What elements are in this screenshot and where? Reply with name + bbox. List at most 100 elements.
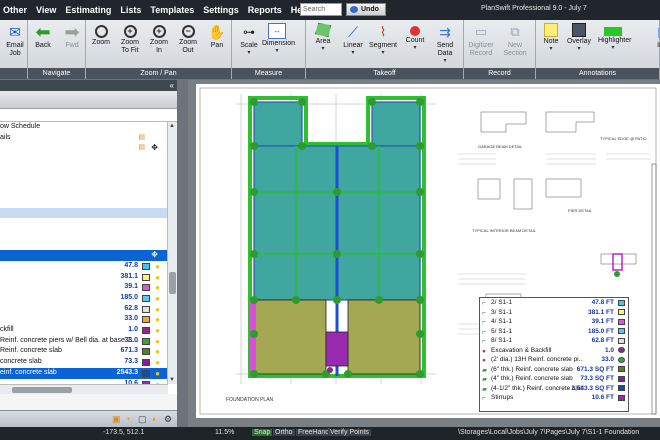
email-job-button[interactable]: ✉ Email Job: [0, 21, 30, 58]
color-swatch[interactable]: [142, 284, 150, 292]
color-swatch[interactable]: [142, 262, 150, 270]
verify-points-toggle[interactable]: Verify Points: [328, 429, 371, 436]
note-button[interactable]: Note ▾: [536, 21, 566, 52]
fwd-button[interactable]: ➡ Fwd: [57, 21, 87, 50]
count-button[interactable]: Count ▾: [400, 21, 430, 51]
color-swatch[interactable]: [142, 316, 150, 324]
scale-button[interactable]: ⊶ Scale ▾: [234, 21, 264, 56]
visibility-bulb-icon[interactable]: ●: [155, 369, 160, 379]
visibility-bulb-icon[interactable]: ●: [155, 305, 160, 315]
tree-row[interactable]: [0, 218, 167, 229]
search-input[interactable]: Search: [300, 3, 342, 16]
tree-row[interactable]: [0, 229, 167, 240]
move-icon[interactable]: ✥: [151, 250, 158, 261]
color-swatch[interactable]: [142, 337, 150, 345]
tree-row[interactable]: concrete slab 73.3 ●: [0, 357, 167, 368]
visibility-bulb-icon[interactable]: ●: [155, 283, 160, 293]
zoom-in-button[interactable]: + Zoom In: [144, 21, 174, 55]
tree-row[interactable]: Reinf. concrete slab 671.3 ●: [0, 346, 167, 357]
scroll-thumb[interactable]: [169, 272, 176, 294]
visibility-bulb-icon[interactable]: ●: [155, 262, 160, 272]
snap-toggle[interactable]: Snap: [252, 429, 273, 436]
hscroll-thumb[interactable]: [12, 387, 72, 393]
dropdown-arrow-icon[interactable]: ▾: [400, 45, 430, 51]
tree-horizontal-scrollbar[interactable]: [0, 384, 168, 394]
linear-button[interactable]: ⟋ Linear ▾: [338, 21, 368, 56]
color-swatch[interactable]: [142, 369, 150, 377]
dropdown-arrow-icon[interactable]: ▾: [234, 50, 264, 56]
zoom-button[interactable]: Zoom: [86, 21, 116, 47]
menu-settings[interactable]: Settings: [203, 5, 239, 15]
color-swatch[interactable]: [142, 359, 150, 367]
visibility-bulb-icon[interactable]: ●: [155, 358, 160, 368]
scroll-down-icon[interactable]: ▼: [169, 377, 175, 383]
color-swatch[interactable]: [142, 348, 150, 356]
menu-templates[interactable]: Templates: [150, 5, 194, 15]
tree-vertical-scrollbar[interactable]: ▲ ▼: [167, 122, 177, 384]
tree-row[interactable]: [0, 197, 167, 208]
tree-row[interactable]: ✥: [0, 250, 167, 261]
visibility-bulb-icon[interactable]: ●: [155, 347, 160, 357]
dropdown-arrow-icon[interactable]: ▾: [598, 45, 628, 51]
tree-row[interactable]: [0, 154, 167, 165]
overlay-button[interactable]: Overlay ▾: [564, 21, 594, 52]
menu-reports[interactable]: Reports: [248, 5, 282, 15]
visibility-bulb-icon[interactable]: ●: [155, 326, 160, 336]
tree-row[interactable]: 185.0 ●: [0, 293, 167, 304]
new-section-button[interactable]: ⧉ New Section: [500, 21, 530, 58]
tree-row[interactable]: [0, 186, 167, 197]
scroll-up-icon[interactable]: ▲: [169, 123, 175, 129]
tree-row[interactable]: 47.8 ●: [0, 261, 167, 272]
menu-lists[interactable]: Lists: [120, 5, 141, 15]
color-swatch[interactable]: [142, 327, 150, 335]
dropdown-arrow-icon[interactable]: ▾: [368, 50, 398, 56]
folder-icon[interactable]: ▣: [112, 414, 121, 425]
tree-row[interactable]: einf. concrete slab 2543.3 ●: [0, 367, 167, 379]
lightbulb-icon[interactable]: ◔: [125, 414, 130, 424]
back-button[interactable]: ⬅ Back: [28, 21, 58, 50]
tree-row[interactable]: ckfill 1.0 ●: [0, 325, 167, 336]
pan-button[interactable]: ✋ Pan: [202, 21, 232, 50]
tree-row[interactable]: Reinf. concrete piers w/ Bell dia. at ba…: [0, 336, 167, 347]
lock-icon[interactable]: ▤: [138, 133, 145, 144]
tree-row[interactable]: 62.8 ●: [0, 304, 167, 315]
menu-estimating[interactable]: Estimating: [65, 5, 111, 15]
dropdown-arrow-icon[interactable]: ▾: [536, 46, 566, 52]
tree-row[interactable]: ails ▤: [0, 133, 167, 144]
color-swatch[interactable]: [142, 305, 150, 313]
undo-button[interactable]: Undo: [346, 3, 386, 16]
tree-row[interactable]: [0, 165, 167, 176]
ima-button[interactable]: ▣Ima: [648, 21, 660, 50]
tree-row[interactable]: ow Schedule: [0, 122, 167, 133]
freehand-toggle[interactable]: FreeHand: [296, 429, 332, 436]
visibility-bulb-icon[interactable]: ●: [155, 337, 160, 347]
tree-row[interactable]: 39.1 ●: [0, 282, 167, 293]
visibility-bulb-icon[interactable]: ●: [155, 294, 160, 304]
tree-row[interactable]: [0, 175, 167, 186]
panel-filter-field[interactable]: [0, 109, 177, 122]
visibility-bulb-icon[interactable]: ●: [155, 315, 160, 325]
menu-other[interactable]: Other: [3, 5, 27, 15]
ortho-toggle[interactable]: Ortho: [273, 429, 295, 436]
options-icon[interactable]: ⚙: [164, 414, 172, 425]
collapse-icon[interactable]: «: [170, 81, 174, 90]
lock-icon[interactable]: ▤: [138, 143, 145, 154]
color-swatch[interactable]: [142, 273, 150, 281]
dropdown-arrow-icon[interactable]: ▾: [564, 46, 594, 52]
visibility-bulb-icon[interactable]: ●: [155, 273, 160, 283]
dropdown-arrow-icon[interactable]: ▾: [262, 48, 292, 54]
tree-row[interactable]: ▤ ✥: [0, 143, 167, 154]
area-button[interactable]: Area ▾: [308, 21, 338, 52]
send-data-button[interactable]: ⇉ Send Data ▾: [430, 21, 460, 64]
dropdown-arrow-icon[interactable]: ▾: [338, 50, 368, 56]
tree-row[interactable]: [0, 207, 167, 219]
segment-button[interactable]: ⌇ Segment ▾: [368, 21, 398, 56]
menu-view[interactable]: View: [36, 5, 56, 15]
tree-row[interactable]: [0, 240, 167, 251]
page-icon[interactable]: ▢: [138, 414, 147, 425]
highlighter-button[interactable]: Highlighter ▾: [598, 21, 631, 51]
tree-row[interactable]: 33.0 ●: [0, 314, 167, 325]
move-icon[interactable]: ✥: [151, 143, 158, 154]
dimension-button[interactable]: ↔ Dimension ▾: [262, 21, 295, 54]
zoom-tofit-button[interactable]: + Zoom To Fit: [115, 21, 145, 55]
